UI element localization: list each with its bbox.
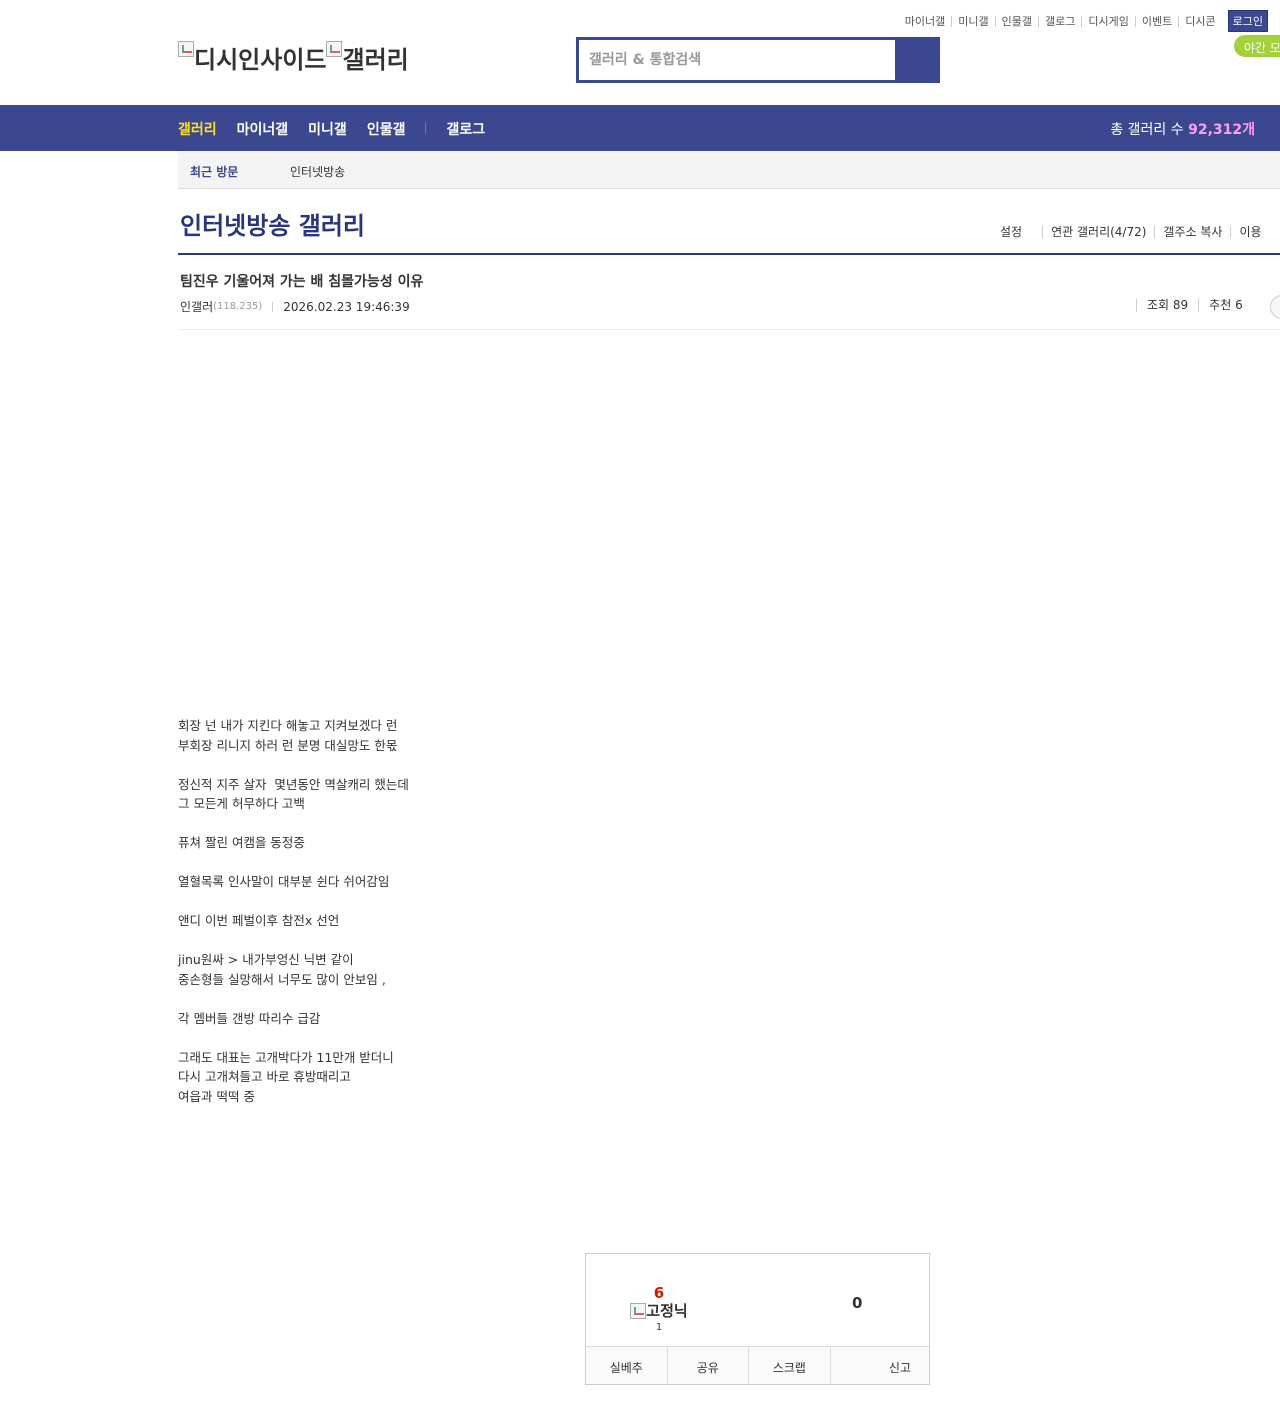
nav-item-gallery[interactable]: 갤러리	[178, 119, 217, 139]
util-link-mini[interactable]: 미니갤	[951, 15, 994, 27]
fixed-nick-alt-text: 고정닉	[646, 1302, 688, 1320]
util-link-event[interactable]: 이벤트	[1134, 15, 1178, 27]
recent-visits-label[interactable]: 최근 방문	[190, 163, 238, 180]
post-title: 팀진우 기울어져 가는 배 침몰가능성 이유	[180, 274, 424, 290]
broken-image-icon	[630, 1303, 647, 1319]
post-body-line: 부회장 리니지 하러 런 분명 대실망도 한몫	[178, 737, 398, 753]
total-gallery-count: 총 갤러리 수 92,312개	[1110, 119, 1255, 139]
total-label: 총 갤러리 수	[1110, 122, 1184, 138]
post-body-line: 각 멤버들 갠방 따리수 급감	[178, 1010, 321, 1026]
logo-dcinside: 디시인사이드	[178, 40, 326, 75]
util-link-minor[interactable]: 마이너갤	[899, 16, 951, 27]
post-author[interactable]: 인갤러	[180, 298, 213, 315]
post-body-line: 정신적 지주 살자 몇년동안 멱살캐리 했는데	[178, 776, 409, 792]
scrap-button[interactable]: 스크랩	[748, 1347, 830, 1384]
fixed-nick-upvote: 고정닉	[626, 1300, 692, 1321]
site-logo[interactable]: 디시인사이드 갤러리	[178, 40, 409, 75]
util-link-dccon[interactable]: 디시콘	[1178, 15, 1221, 27]
search-box	[576, 37, 940, 83]
gallery-settings-link[interactable]: 설정	[1000, 226, 1030, 238]
nav-item-person[interactable]: 인물갤	[367, 119, 406, 139]
best-recommend-button[interactable]: 실베추	[586, 1347, 667, 1384]
logo-alt-text-1: 디시인사이드	[194, 46, 327, 74]
main-nav: 갤러리 마이너갤 미니갤 인물갤 갤로그 총 갤러리 수 92,312개	[0, 105, 1280, 151]
total-number: 92,312개	[1188, 122, 1255, 138]
util-link-gallog[interactable]: 갤로그	[1038, 15, 1081, 27]
nav-item-minor[interactable]: 마이너갤	[237, 119, 289, 139]
logo-gallery: 갤러리	[326, 40, 409, 75]
post-date: 2026.02.23 19:46:39	[283, 299, 410, 314]
post-body-line: 회장 넌 내가 지킨다 해놓고 지켜보겠다 런	[178, 718, 398, 733]
post-stats: 조회 89 추천 6	[1136, 299, 1253, 312]
report-button[interactable]: 신고	[829, 1347, 930, 1384]
related-gallery-link[interactable]: 연관 갤러리(4/72)	[1042, 226, 1154, 238]
gallery-options: 설정 연관 갤러리(4/72) 갤주소 복사 이용	[1000, 226, 1270, 238]
share-button[interactable]: 공유	[666, 1347, 749, 1384]
post-body-line: 중손형들 실망해서 너무도 많이 안보임 ,	[178, 971, 386, 987]
post-body-line: 여읍과 떡떡 중	[178, 1088, 255, 1104]
login-button[interactable]: 로그인	[1227, 10, 1268, 32]
usage-link[interactable]: 이용	[1230, 226, 1269, 238]
fixed-nick-count: 1	[655, 1322, 663, 1333]
post-body-line: 그래도 대표는 고개박다가 11만개 받더니	[178, 1049, 394, 1065]
post-body-line: 퓨쳐 짤린 여캠을 동정중	[178, 835, 305, 850]
nav-item-mini[interactable]: 미니갤	[308, 119, 347, 139]
copy-gallery-url-link[interactable]: 갤주소 복사	[1154, 226, 1230, 238]
night-mode-toggle[interactable]: 야간 모드	[1234, 35, 1280, 57]
gallery-header-divider	[178, 253, 1280, 255]
nav-divider	[425, 122, 427, 134]
top-util-links: 마이너갤 미니갤 인물갤 갤로그 디시게임 이벤트 디시콘 로그인	[899, 10, 1268, 32]
post-views: 조회 89	[1136, 299, 1198, 312]
util-link-person[interactable]: 인물갤	[994, 15, 1038, 27]
vote-box: 6 고정닉 1 0 실베추 공유 스크랩 신고	[585, 1253, 930, 1385]
downvote-count[interactable]: 0	[852, 1294, 862, 1312]
post-body-line: 열혈목록 인사말이 대부분 쉰다 쉬어감임	[178, 874, 390, 889]
more-options-button[interactable]	[1270, 295, 1280, 319]
meta-divider	[272, 301, 274, 312]
recent-visit-item[interactable]: 인터넷방송	[290, 163, 345, 180]
search-button[interactable]	[895, 40, 937, 80]
broken-image-icon	[326, 41, 343, 57]
post-body: 회장 넌 내가 지킨다 해놓고 지켜보겠다 런 부회장 리니지 하러 런 분명 …	[178, 716, 678, 1106]
post-meta: 인갤러 (118.235) 2026.02.23 19:46:39	[180, 298, 410, 315]
post-recommend: 추천 6	[1198, 299, 1253, 312]
recent-visits-bar: 최근 방문 인터넷방송	[178, 151, 1280, 189]
post-body-line: 앤디 이번 페벌이후 참전x 선언	[178, 913, 340, 928]
post-body-line: jinu원싸 > 내가부엉신 닉변 같이	[178, 952, 354, 967]
post-body-line: 다시 고개쳐들고 바로 휴방때리고	[178, 1069, 351, 1084]
gallery-title[interactable]: 인터넷방송 갤러리	[180, 206, 365, 241]
broken-image-icon	[178, 41, 194, 57]
nav-item-gallog[interactable]: 갤로그	[446, 119, 485, 139]
logo-alt-text-2: 갤러리	[342, 46, 409, 74]
search-input[interactable]	[579, 40, 895, 80]
post-header-divider	[178, 329, 1280, 330]
post-action-buttons: 실베추 공유 스크랩 신고	[586, 1346, 929, 1384]
post-body-line: 그 모든게 허무하다 고백	[178, 796, 305, 811]
post-author-ip: (118.235)	[213, 301, 263, 312]
upvote-button[interactable]: 6 고정닉 1	[626, 1284, 692, 1333]
util-link-game[interactable]: 디시게임	[1081, 15, 1134, 27]
